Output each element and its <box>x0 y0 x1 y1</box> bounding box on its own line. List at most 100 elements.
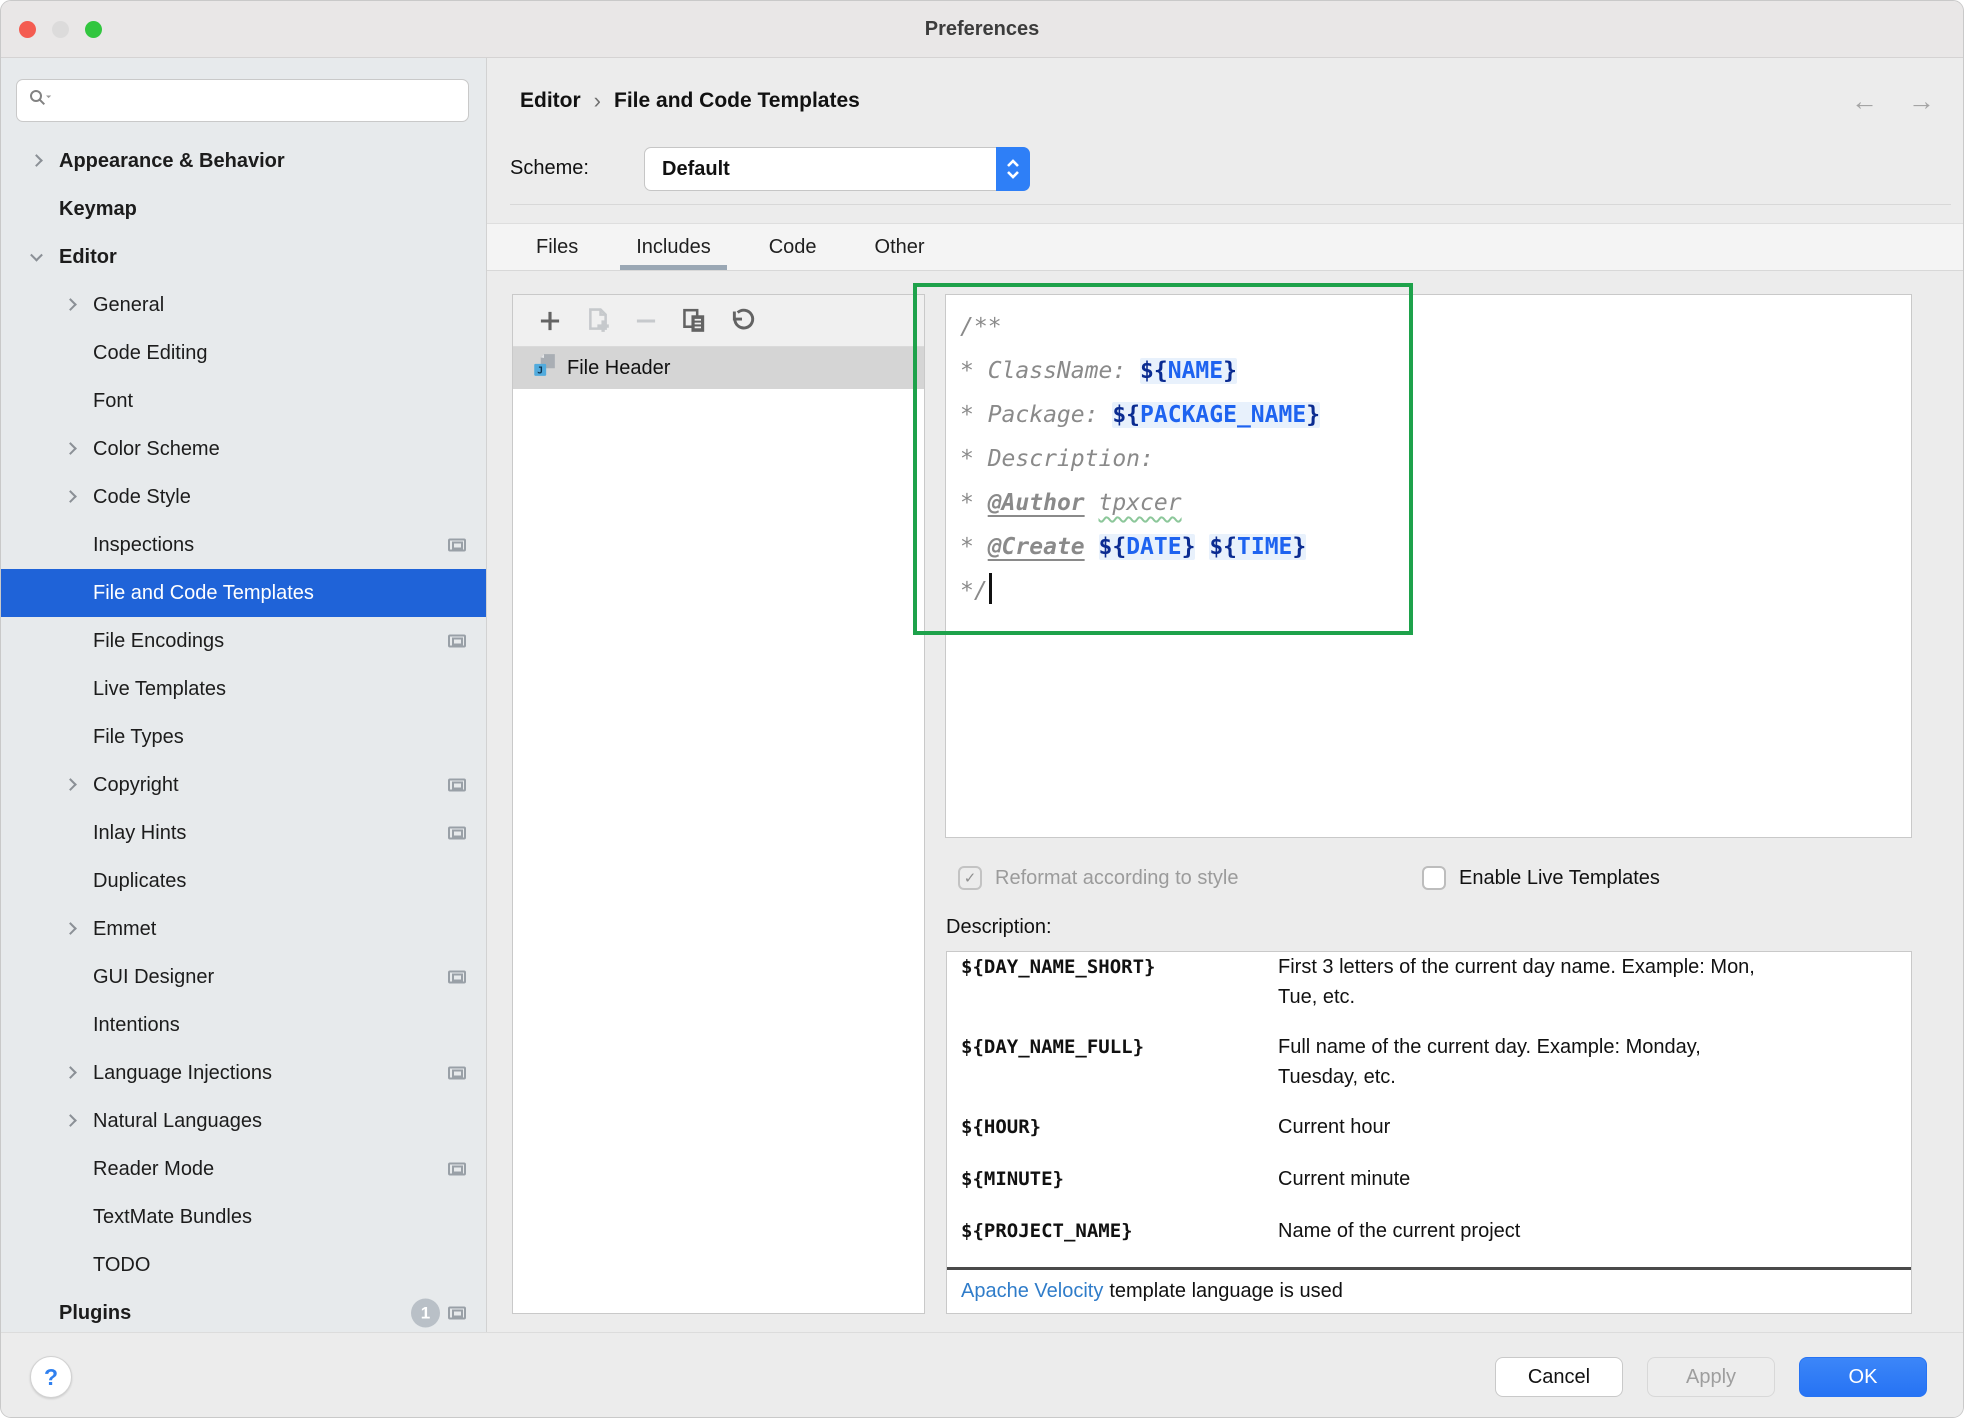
sidebar-item-label: File and Code Templates <box>93 582 314 605</box>
template-item-file-header[interactable]: JFile Header <box>513 347 924 389</box>
sidebar-item-todo[interactable]: TODO <box>1 1241 486 1289</box>
tab-files[interactable]: Files <box>536 224 578 270</box>
sidebar-item-color-scheme[interactable]: Color Scheme <box>1 425 486 473</box>
sidebar-item-file-types[interactable]: File Types <box>1 713 486 761</box>
svg-text:J: J <box>537 366 543 377</box>
description-label: Description: <box>946 916 1052 939</box>
sidebar-item-inlay-hints[interactable]: Inlay Hints <box>1 809 486 857</box>
footer-text: template language is used <box>1109 1280 1343 1303</box>
sidebar-item-label: Code Editing <box>93 342 208 365</box>
search-input[interactable] <box>59 89 468 112</box>
sidebar-item-reader-mode[interactable]: Reader Mode <box>1 1145 486 1193</box>
revert-button[interactable] <box>727 306 757 336</box>
sidebar-item-language-injections[interactable]: Language Injections <box>1 1049 486 1097</box>
chevron-right-icon[interactable] <box>64 490 77 503</box>
text-caret <box>989 573 992 604</box>
sidebar-item-label: Color Scheme <box>93 438 220 461</box>
zoom-window-icon[interactable] <box>85 21 102 38</box>
sidebar-item-file-encodings[interactable]: File Encodings <box>1 617 486 665</box>
add-button[interactable] <box>535 306 565 336</box>
sidebar-item-natural-languages[interactable]: Natural Languages <box>1 1097 486 1145</box>
tab-includes[interactable]: Includes <box>636 224 711 270</box>
stepper-icon[interactable] <box>996 147 1030 191</box>
enable-live-templates-checkbox[interactable] <box>1422 866 1446 890</box>
sidebar-item-textmate-bundles[interactable]: TextMate Bundles <box>1 1193 486 1241</box>
sidebar-item-label: Appearance & Behavior <box>59 150 285 173</box>
template-list: JFile Header <box>513 347 924 389</box>
file-header-java-icon: J <box>531 352 557 384</box>
sidebar-item-plugins[interactable]: Plugins1 <box>1 1289 486 1332</box>
template-variable: ${TIME} <box>1209 534 1306 560</box>
ok-button[interactable]: OK <box>1799 1357 1927 1397</box>
chevron-right-icon[interactable] <box>64 922 77 935</box>
panel-icon <box>448 971 466 984</box>
description-row: ${PROJECT_NAME}Name of the current proje… <box>961 1216 1891 1246</box>
template-editor[interactable]: /*** ClassName: ${NAME}* Package: ${PACK… <box>946 295 1911 613</box>
sidebar-item-label: Code Style <box>93 486 191 509</box>
close-window-icon[interactable] <box>19 21 36 38</box>
sidebar-item-duplicates[interactable]: Duplicates <box>1 857 486 905</box>
panel-icon <box>448 539 466 552</box>
panel-icon <box>448 1307 466 1320</box>
variable-description-table: ${DAY_NAME_SHORT}First 3 letters of the … <box>947 952 1911 1267</box>
settings-tree: Appearance & Behavior Keymap Editor General… <box>1 137 486 1332</box>
sidebar-item-code-editing[interactable]: Code Editing <box>1 329 486 377</box>
chevron-right-icon[interactable] <box>64 442 77 455</box>
sidebar-item-general[interactable]: General <box>1 281 486 329</box>
sidebar-item-label: File Types <box>93 726 184 749</box>
code-text <box>1195 534 1209 560</box>
chevron-right-icon[interactable] <box>64 1114 77 1127</box>
code-line: * @Create ${DATE} ${TIME} <box>960 525 1911 569</box>
sidebar-item-emmet[interactable]: Emmet <box>1 905 486 953</box>
sidebar-item-label: Intentions <box>93 1014 180 1037</box>
code-line: * Package: ${PACKAGE_NAME} <box>960 393 1911 437</box>
apache-velocity-link[interactable]: Apache Velocity <box>961 1280 1103 1303</box>
sidebar-item-appearance-behavior[interactable]: Appearance & Behavior <box>1 137 486 185</box>
sidebar-item-code-style[interactable]: Code Style <box>1 473 486 521</box>
chevron-right-icon[interactable] <box>64 1066 77 1079</box>
window-controls <box>19 21 102 38</box>
chevron-right-icon[interactable] <box>64 778 77 791</box>
sidebar-item-inspections[interactable]: Inspections <box>1 521 486 569</box>
tab-other[interactable]: Other <box>875 224 925 270</box>
sidebar-item-label: Duplicates <box>93 870 186 893</box>
forward-arrow-icon[interactable]: → <box>1908 86 1935 117</box>
sidebar-item-label: General <box>93 294 164 317</box>
duplicate-button[interactable] <box>679 306 709 336</box>
reformat-option: ✓ Reformat according to style <box>958 864 1238 892</box>
variable-term: ${DAY_NAME_SHORT} <box>961 952 1278 1012</box>
sidebar-item-intentions[interactable]: Intentions <box>1 1001 486 1049</box>
sidebar-item-copyright[interactable]: Copyright <box>1 761 486 809</box>
sidebar-item-label: Editor <box>59 246 117 269</box>
template-variable: ${DATE} <box>1099 534 1196 560</box>
minimize-window-icon[interactable] <box>52 21 69 38</box>
description-row: ${MINUTE}Current minute <box>961 1164 1891 1194</box>
description-row: ${HOUR}Current hour <box>961 1112 1891 1142</box>
chevron-right-icon[interactable] <box>30 154 43 167</box>
help-button[interactable]: ? <box>30 1356 72 1398</box>
cancel-button[interactable]: Cancel <box>1495 1357 1623 1397</box>
settings-search[interactable] <box>16 79 469 122</box>
sidebar-item-font[interactable]: Font <box>1 377 486 425</box>
code-text: */ <box>960 578 988 604</box>
code-line: * Description: <box>960 437 1911 481</box>
sidebar-item-live-templates[interactable]: Live Templates <box>1 665 486 713</box>
code-line: */ <box>960 569 1911 613</box>
sidebar-item-keymap[interactable]: Keymap <box>1 185 486 233</box>
description-row: ${DAY_NAME_FULL}Full name of the current… <box>961 1032 1891 1092</box>
code-line: * @Author tpxcer <box>960 481 1911 525</box>
template-tabs: Files Includes Code Other <box>487 223 1964 271</box>
code-text: tpxcer <box>1099 490 1182 516</box>
breadcrumb-editor[interactable]: Editor <box>520 89 581 113</box>
sidebar-item-editor[interactable]: Editor <box>1 233 486 281</box>
panel-icon <box>448 827 466 840</box>
chevron-down-icon[interactable] <box>30 249 43 262</box>
scheme-select[interactable]: Default <box>644 147 1030 191</box>
chevron-right-icon[interactable] <box>64 298 77 311</box>
sidebar-item-file-and-code-templates[interactable]: File and Code Templates <box>1 569 486 617</box>
back-arrow-icon[interactable]: ← <box>1851 86 1878 117</box>
tab-code[interactable]: Code <box>769 224 817 270</box>
code-line: /** <box>960 305 1911 349</box>
sidebar-item-gui-designer[interactable]: GUI Designer <box>1 953 486 1001</box>
code-text: /** <box>960 314 1002 340</box>
